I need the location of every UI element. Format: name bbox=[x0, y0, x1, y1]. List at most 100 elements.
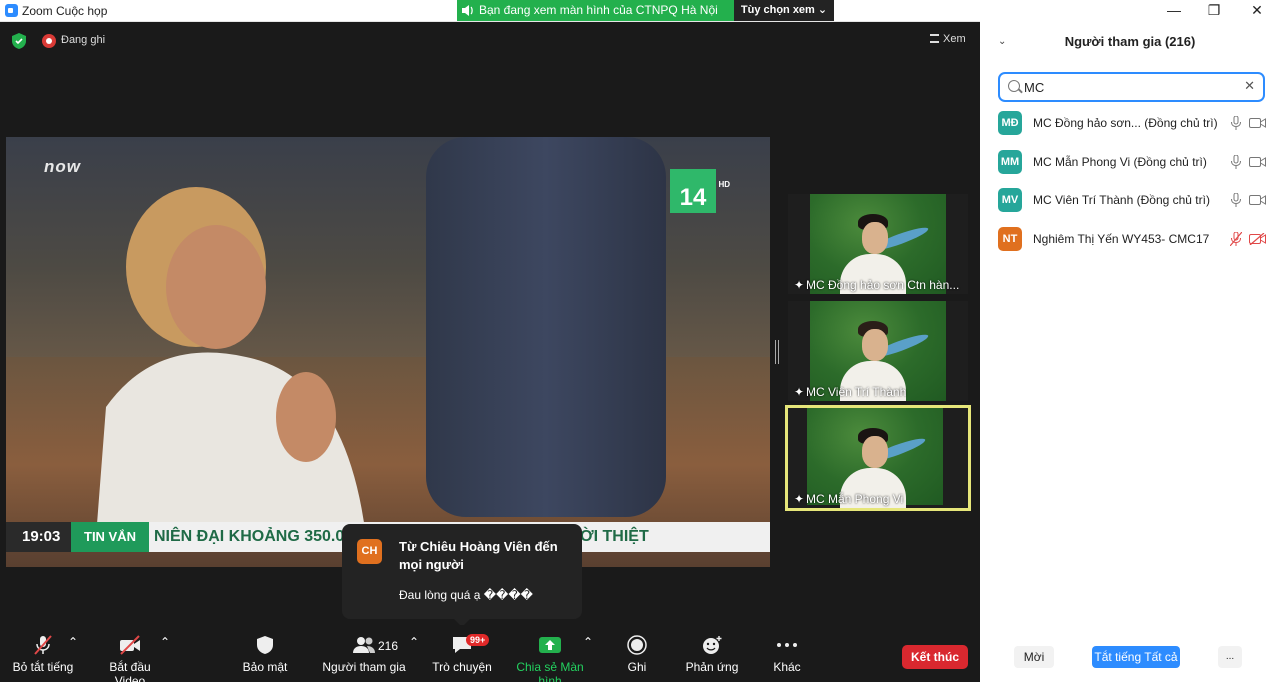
more-button[interactable]: Khác bbox=[770, 635, 804, 674]
search-input[interactable] bbox=[1024, 78, 1234, 96]
record-label: Ghi bbox=[627, 660, 647, 674]
participant-row[interactable]: MĐ MC Đồng hảo sơn... (Đồng chủ trì) bbox=[980, 108, 1280, 147]
channel-logo: 14 HD bbox=[670, 169, 730, 213]
participant-row[interactable]: MM MC Mẫn Phong Vi (Đồng chủ trì) bbox=[980, 147, 1280, 186]
start-video-button[interactable]: Bắt đầu Video bbox=[94, 635, 166, 682]
participant-list: MĐ MC Đồng hảo sơn... (Đồng chủ trì) MM … bbox=[980, 108, 1280, 262]
search-icon bbox=[1008, 80, 1020, 92]
panel-title: Người tham gia (216) bbox=[1064, 34, 1196, 49]
participants-icon bbox=[353, 637, 375, 653]
mic-icon[interactable] bbox=[1230, 154, 1242, 169]
meeting-area: Đang ghi Xem now 14 HD 19:03 TIN VẮN NIÊN… bbox=[0, 22, 980, 682]
video-off-icon bbox=[120, 635, 140, 655]
recording-icon bbox=[42, 34, 56, 48]
start-video-label: Bắt đầu Video bbox=[109, 660, 151, 682]
zoom-logo-icon bbox=[5, 4, 18, 17]
minimize-button[interactable]: — bbox=[1160, 2, 1188, 18]
reactions-label: Phản ứng bbox=[685, 660, 739, 674]
participant-avatar: MV bbox=[998, 188, 1022, 212]
participant-row[interactable]: NT Nghiêm Thị Yến WY453- CMC17 bbox=[980, 224, 1280, 263]
panel-footer: Mời Tắt tiếng Tất cả ... bbox=[980, 646, 1280, 670]
participant-avatar: NT bbox=[998, 226, 1022, 251]
mic-muted-icon[interactable] bbox=[1230, 231, 1242, 246]
more-label: Khác bbox=[773, 660, 801, 674]
now-watermark: now bbox=[44, 157, 81, 176]
mic-icon[interactable] bbox=[1230, 193, 1242, 207]
pin-icon: ✦ bbox=[794, 492, 805, 506]
window-title: Zoom Cuộc họp bbox=[22, 4, 108, 18]
participant-avatar: MM bbox=[998, 149, 1022, 174]
restore-button[interactable]: ❐ bbox=[1200, 2, 1228, 19]
participant-name: MC Viên Trí Thành (Đồng chủ trì) bbox=[1033, 193, 1210, 207]
participant-search[interactable]: ✕ bbox=[998, 72, 1265, 102]
channel-logo-number: 14 bbox=[679, 184, 707, 211]
clear-search-icon[interactable]: ✕ bbox=[1244, 78, 1255, 94]
video-tile-caption: ✦ MC Viên Trí Thành bbox=[794, 385, 906, 399]
mute-all-button[interactable]: Tắt tiếng Tất cả bbox=[1092, 646, 1180, 668]
view-options-label: Tùy chọn xem bbox=[740, 4, 815, 16]
video-tile-caption: ✦ MC Đồng hảo sơn Ctn hàn... bbox=[794, 278, 959, 292]
share-status: Bạn đang xem màn hình của CTNPQ Hà Nội bbox=[457, 0, 734, 21]
speaker-icon bbox=[462, 5, 473, 16]
video-tile-caption: ✦ MC Mẫn Phong Vi bbox=[794, 492, 903, 506]
share-options-caret[interactable]: ⌃ bbox=[583, 635, 593, 649]
participant-face bbox=[862, 222, 888, 254]
unmute-label: Bỏ tắt tiếng bbox=[12, 660, 74, 674]
participant-face bbox=[862, 436, 888, 468]
shared-screen: now 14 HD bbox=[6, 137, 770, 567]
view-grid-icon bbox=[930, 34, 939, 43]
share-status-text: Bạn đang xem màn hình của CTNPQ Hà Nội bbox=[479, 3, 718, 17]
screen-person-praying bbox=[96, 187, 366, 537]
screen-figure-legs bbox=[426, 137, 666, 517]
camera-icon[interactable] bbox=[1249, 194, 1266, 206]
panel-header: ⌄ Người tham gia (216) bbox=[980, 30, 1280, 56]
reactions-button[interactable]: Phản ứng bbox=[684, 635, 740, 674]
shield-icon bbox=[257, 636, 273, 654]
channel-hd-label: HD bbox=[718, 180, 730, 189]
invite-button[interactable]: Mời bbox=[1014, 646, 1054, 668]
view-label: Xem bbox=[943, 33, 966, 45]
audio-options-caret[interactable]: ⌃ bbox=[68, 635, 78, 649]
mic-icon[interactable] bbox=[1230, 116, 1242, 130]
end-meeting-button[interactable]: Kết thúc bbox=[902, 645, 968, 669]
ticker-time: 19:03 bbox=[6, 522, 71, 552]
participant-name: Nghiêm Thị Yến WY453- CMC17 bbox=[1033, 231, 1210, 246]
chat-notification[interactable]: CH Từ Chiêu Hoàng Viên đến mọi người Đau… bbox=[342, 524, 582, 627]
participant-name: MC Mẫn Phong Vi (Đồng chủ trì) bbox=[1033, 154, 1207, 169]
video-options-caret[interactable]: ⌃ bbox=[160, 635, 170, 649]
camera-icon[interactable] bbox=[1249, 117, 1266, 129]
participants-caret[interactable]: ⌃ bbox=[409, 635, 419, 649]
encryption-shield-icon[interactable] bbox=[12, 33, 26, 49]
share-banner: Bạn đang xem màn hình của CTNPQ Hà Nội T… bbox=[457, 0, 834, 21]
recording-label: Đang ghi bbox=[61, 34, 106, 46]
participant-row[interactable]: MV MC Viên Trí Thành (Đồng chủ trì) bbox=[980, 185, 1280, 224]
security-button[interactable]: Bảo mật bbox=[240, 635, 290, 674]
chat-unread-badge: 99+ bbox=[466, 634, 490, 646]
share-screen-label: Chia sẻ Màn hình bbox=[516, 660, 584, 682]
chat-sender: Từ Chiêu Hoàng Viên đến mọi người bbox=[399, 539, 558, 572]
participant-avatar: MĐ bbox=[998, 111, 1022, 135]
camera-off-icon[interactable] bbox=[1249, 232, 1266, 245]
chat-label: Trò chuyện bbox=[432, 660, 492, 674]
pin-icon: ✦ bbox=[794, 278, 805, 292]
participant-name: MC Đồng hảo sơn... (Đồng chủ trì) bbox=[1033, 116, 1218, 130]
video-tile-active-speaker[interactable]: ✦ MC Mẫn Phong Vi bbox=[785, 405, 971, 511]
unmute-button[interactable]: Bỏ tắt tiếng bbox=[12, 635, 74, 674]
splitter-handle[interactable] bbox=[775, 340, 779, 364]
panel-more-button[interactable]: ... bbox=[1218, 646, 1242, 668]
meeting-toolbar: Bỏ tắt tiếng ⌃ Bắt đầu Video ⌃ Bảo mật N… bbox=[0, 625, 980, 682]
share-screen-icon bbox=[539, 637, 561, 653]
pin-icon: ✦ bbox=[794, 385, 805, 399]
share-screen-button[interactable]: Chia sẻ Màn hình bbox=[506, 635, 594, 682]
video-tile[interactable]: ✦ MC Đồng hảo sơn Ctn hàn... bbox=[788, 194, 968, 294]
mic-muted-icon bbox=[34, 635, 52, 655]
view-button[interactable]: Xem bbox=[930, 33, 966, 45]
camera-icon[interactable] bbox=[1249, 156, 1266, 168]
video-tile-name: MC Mẫn Phong Vi bbox=[806, 492, 904, 506]
video-tile-name: MC Đồng hảo sơn Ctn hàn... bbox=[806, 278, 960, 292]
close-button[interactable]: ✕ bbox=[1243, 2, 1271, 19]
view-options-button[interactable]: Tùy chọn xem ⌄ bbox=[734, 0, 834, 21]
record-button[interactable]: Ghi bbox=[622, 635, 652, 674]
record-icon bbox=[627, 635, 647, 655]
video-tile[interactable]: ✦ MC Viên Trí Thành bbox=[788, 301, 968, 401]
